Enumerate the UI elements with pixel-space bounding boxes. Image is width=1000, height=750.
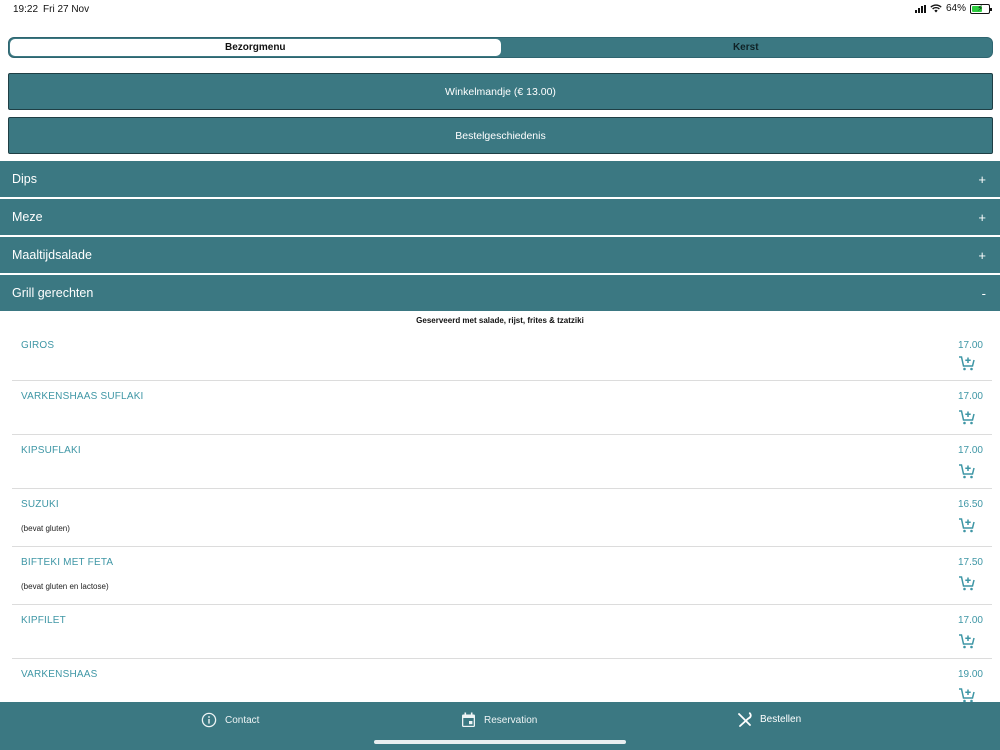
item-price: 17.00 <box>957 391 983 402</box>
tab-bestellen[interactable]: Bestellen <box>737 712 801 727</box>
status-bar: 19:22 Fri 27 Nov 64% ⚡ <box>0 0 1000 20</box>
cart-button[interactable]: Winkelmandje (€ 13.00) <box>8 73 993 110</box>
item-price: 17.00 <box>957 445 983 456</box>
add-to-cart-icon[interactable] <box>958 575 976 591</box>
add-to-cart-icon[interactable] <box>958 463 976 479</box>
menu-item: SUZUKI (bevat gluten) 16.50 <box>12 489 992 547</box>
expand-icon: + <box>978 209 986 225</box>
order-history-button[interactable]: Bestelgeschiedenis <box>8 117 993 154</box>
expand-icon: + <box>978 171 986 187</box>
item-price: 19.00 <box>957 669 983 680</box>
item-name: SUZUKI <box>21 499 59 510</box>
grill-item-list: GIROS 17.00 VARKENSHAAS SUFLAKI 17.00 KI… <box>12 330 992 713</box>
category-maaltijdsalade[interactable]: Maaltijdsalade + <box>0 237 1000 273</box>
add-to-cart-icon[interactable] <box>958 687 976 703</box>
category-grill-gerechten[interactable]: Grill gerechten - <box>0 275 1000 311</box>
segment-bezorgmenu[interactable]: Bezorgmenu <box>10 39 501 56</box>
category-meze[interactable]: Meze + <box>0 199 1000 235</box>
item-name: BIFTEKI MET FETA <box>21 557 114 568</box>
calendar-icon <box>462 712 475 727</box>
item-name: KIPSUFLAKI <box>21 445 81 456</box>
add-to-cart-icon[interactable] <box>958 355 976 371</box>
status-indicators: 64% ⚡ <box>914 2 992 14</box>
charging-bolt-icon: ⚡ <box>977 2 984 13</box>
home-indicator <box>374 740 626 744</box>
item-price: 16.50 <box>957 499 983 510</box>
segment-kerst[interactable]: Kerst <box>501 39 992 56</box>
info-icon <box>201 712 217 728</box>
item-name: VARKENSHAAS <box>21 669 98 680</box>
tab-bestellen-label: Bestellen <box>760 714 802 725</box>
menu-segmented-control: Bezorgmenu Kerst <box>8 37 993 58</box>
category-label: Meze <box>12 210 43 224</box>
menu-item: BIFTEKI MET FETA (bevat gluten en lactos… <box>12 547 992 605</box>
item-note: (bevat gluten) <box>21 524 70 533</box>
status-date: Fri 27 Nov <box>43 4 90 15</box>
item-price: 17.00 <box>957 340 983 351</box>
add-to-cart-icon[interactable] <box>958 517 976 533</box>
category-label: Dips <box>12 172 38 186</box>
utensils-icon <box>738 712 752 727</box>
item-price: 17.50 <box>957 557 983 568</box>
tab-contact[interactable]: Contact <box>201 712 259 728</box>
item-name: KIPFILET <box>21 615 66 626</box>
expand-icon: + <box>978 247 986 263</box>
collapse-icon: - <box>981 285 986 301</box>
tab-reservation[interactable]: Reservation <box>461 712 537 728</box>
item-name: GIROS <box>21 340 55 351</box>
battery-icon: ⚡ <box>970 2 992 14</box>
category-label: Maaltijdsalade <box>12 248 92 262</box>
menu-item: KIPSUFLAKI 17.00 <box>12 435 992 489</box>
category-dips[interactable]: Dips + <box>0 161 1000 197</box>
wifi-icon <box>930 4 942 13</box>
menu-item: VARKENSHAAS SUFLAKI 17.00 <box>12 381 992 435</box>
battery-percent: 64% <box>945 3 966 14</box>
tab-contact-label: Contact <box>225 714 260 726</box>
menu-item: KIPFILET 17.00 <box>12 605 992 659</box>
status-time: 19:22 <box>13 4 39 15</box>
item-note: (bevat gluten en lactose) <box>21 582 109 591</box>
add-to-cart-icon[interactable] <box>958 633 976 649</box>
menu-item: GIROS 17.00 <box>12 330 992 381</box>
cellular-signal-icon <box>914 4 926 13</box>
add-to-cart-icon[interactable] <box>958 409 976 425</box>
item-name: VARKENSHAAS SUFLAKI <box>21 391 144 402</box>
tab-reservation-label: Reservation <box>484 714 538 726</box>
category-subtitle: Geserveerd met salade, rijst, frites & t… <box>416 316 584 325</box>
category-label: Grill gerechten <box>12 286 94 300</box>
item-price: 17.00 <box>957 615 983 626</box>
